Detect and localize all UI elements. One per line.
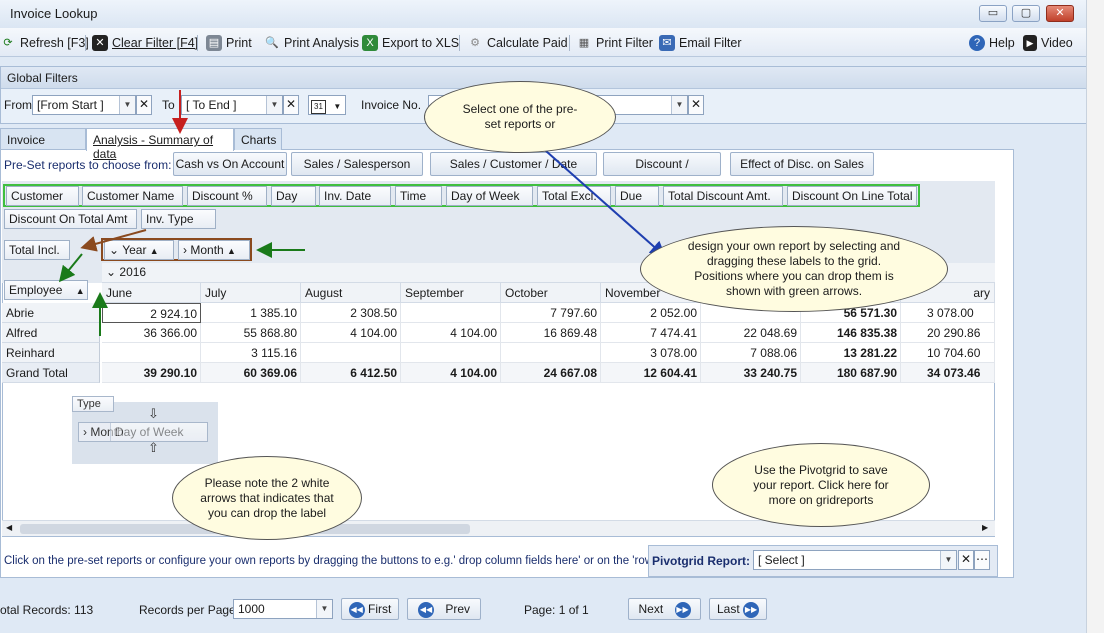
last-page-button[interactable]: Last ▶▶ (709, 598, 767, 620)
last-label: Last (716, 602, 740, 616)
total-records: otal Records: 113 (0, 603, 94, 617)
hint-text: Click on the pre-set reports or configur… (4, 555, 675, 567)
callout-pivotgrid: Use the Pivotgrid to save your report. C… (712, 443, 930, 527)
more-options-button[interactable]: ⋯ (974, 550, 990, 570)
page-indicator: Page: 1 of 1 (524, 603, 589, 617)
next-label: Next (638, 602, 664, 616)
pivotgrid-report-value: [ Select ] (758, 553, 805, 567)
prev-page-button[interactable]: ◀◀ Prev (407, 598, 481, 620)
first-page-icon: ◀◀ (348, 601, 365, 618)
prev-label: Prev (445, 602, 471, 616)
pivotgrid-report-label: Pivotgrid Report: (652, 554, 750, 568)
first-label: First (368, 602, 392, 616)
brown-arrow (80, 229, 147, 252)
last-page-icon: ▶▶ (743, 601, 760, 618)
records-per-page-value: 1000 (238, 602, 265, 616)
pivotgrid-report-select[interactable]: [ Select ] ▼ (753, 550, 957, 570)
green-arrow (58, 253, 83, 283)
pivotgrid-report-panel: Pivotgrid Report: [ Select ] ▼ ✕ ⋯ (648, 545, 998, 577)
records-per-page-label: Records per Page: (139, 603, 240, 617)
callout-arrows: Please note the 2 white arrows that indi… (172, 456, 362, 540)
chevron-down-icon[interactable]: ▼ (316, 600, 332, 618)
callout-design: design your own report by selecting and … (640, 226, 948, 312)
window-edge (1086, 0, 1104, 633)
first-page-button[interactable]: ◀◀ First (341, 598, 399, 620)
next-page-icon: ▶▶ (674, 601, 691, 618)
next-page-button[interactable]: Next ▶▶ (628, 598, 701, 620)
clear-report-button[interactable]: ✕ (958, 550, 974, 570)
callout-preset: Select one of the pre-set reports or (424, 81, 616, 153)
chevron-down-icon[interactable]: ▼ (940, 551, 956, 569)
records-per-page-select[interactable]: 1000 ▼ (233, 599, 333, 619)
prev-page-icon: ◀◀ (417, 601, 434, 618)
